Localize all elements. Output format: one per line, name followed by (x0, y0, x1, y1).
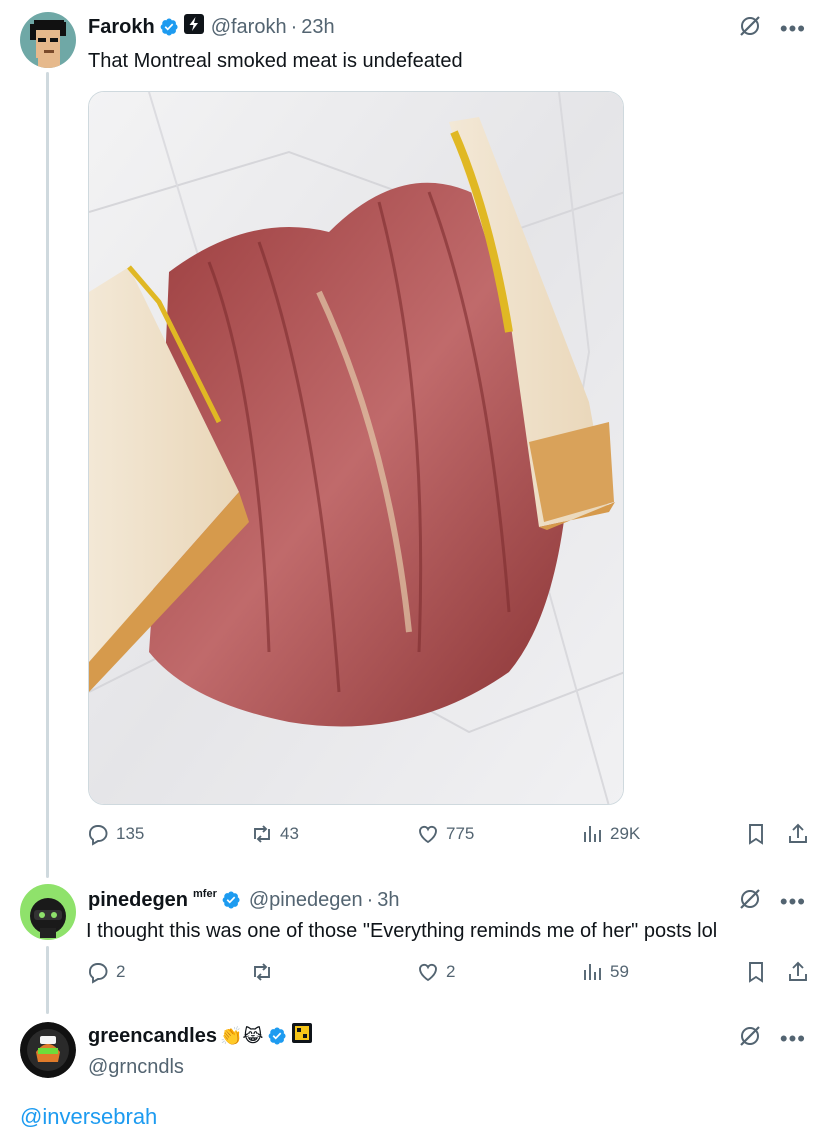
bookmark-icon (749, 824, 763, 845)
like-icon (419, 825, 437, 844)
avatar[interactable] (20, 884, 76, 940)
reply-button[interactable]: 2 (86, 960, 125, 984)
like-button[interactable]: 2 (416, 960, 455, 984)
more-icon[interactable]: ••• (780, 890, 806, 913)
views-icon (584, 964, 601, 980)
verified-icon (159, 17, 179, 37)
repost-icon (254, 825, 270, 843)
user-label: mfer (193, 888, 217, 900)
reply-button[interactable]: 135 (86, 822, 144, 846)
more-icon[interactable]: ••• (780, 17, 806, 40)
like-count: 2 (446, 962, 456, 981)
views-button[interactable]: 59 (580, 960, 629, 984)
post-pinedegen[interactable]: pinedegen mfer @pinedegen · 3h ••• I tho… (0, 870, 824, 1010)
repost-count: 43 (280, 824, 299, 843)
reply-icon (89, 963, 108, 984)
views-icon (584, 826, 601, 842)
avatar[interactable] (20, 12, 76, 68)
like-button[interactable]: 775 (416, 822, 474, 846)
reply-count: 135 (116, 824, 145, 843)
share-button[interactable] (786, 822, 810, 846)
post-text: I thought this was one of those "Everyth… (86, 920, 718, 942)
author-name[interactable]: Farokh (88, 16, 155, 39)
post-farokh[interactable]: Farokh @farokh · 23h ••• That Montreal s… (0, 0, 824, 870)
separator: · (366, 888, 374, 911)
more-icon[interactable]: ••• (780, 1027, 806, 1050)
post-text: That Montreal smoked meat is undefeated (88, 50, 463, 72)
reply-icon (89, 825, 108, 846)
mention-link[interactable]: @inversebrah (20, 1104, 157, 1130)
post-time[interactable]: 3h (377, 889, 399, 912)
like-count: 775 (446, 824, 475, 843)
separator: · (290, 15, 298, 38)
bookmark-button[interactable] (744, 960, 768, 984)
repost-button[interactable] (250, 960, 280, 984)
grok-icon[interactable] (738, 14, 762, 43)
share-icon (789, 823, 807, 843)
verified-icon (221, 890, 241, 910)
view-count: 29K (610, 824, 641, 843)
bookmark-icon (749, 962, 763, 983)
repost-icon (254, 963, 270, 981)
view-count: 59 (610, 962, 629, 981)
name-emoji: 👏😹 (219, 1025, 264, 1046)
affiliate-badge[interactable] (291, 1022, 313, 1050)
avatar[interactable] (20, 1022, 76, 1078)
author-handle[interactable]: @pinedegen (249, 889, 363, 912)
affiliate-badge[interactable] (183, 13, 205, 41)
repost-button[interactable]: 43 (250, 822, 299, 846)
author-name[interactable]: pinedegen (88, 889, 188, 912)
author-handle[interactable]: @farokh (211, 16, 287, 39)
grok-icon[interactable] (738, 887, 762, 916)
like-icon (419, 963, 437, 982)
share-button[interactable] (786, 960, 810, 984)
reply-count: 2 (116, 962, 126, 981)
author-name[interactable]: greencandles (88, 1025, 217, 1048)
share-icon (789, 961, 807, 981)
views-button[interactable]: 29K (580, 822, 640, 846)
author-handle[interactable]: @grncndls (88, 1054, 184, 1080)
post-time[interactable]: 23h (301, 16, 334, 39)
verified-icon (267, 1026, 287, 1046)
post-image[interactable] (88, 91, 624, 805)
bookmark-button[interactable] (744, 822, 768, 846)
grok-icon[interactable] (738, 1024, 762, 1053)
